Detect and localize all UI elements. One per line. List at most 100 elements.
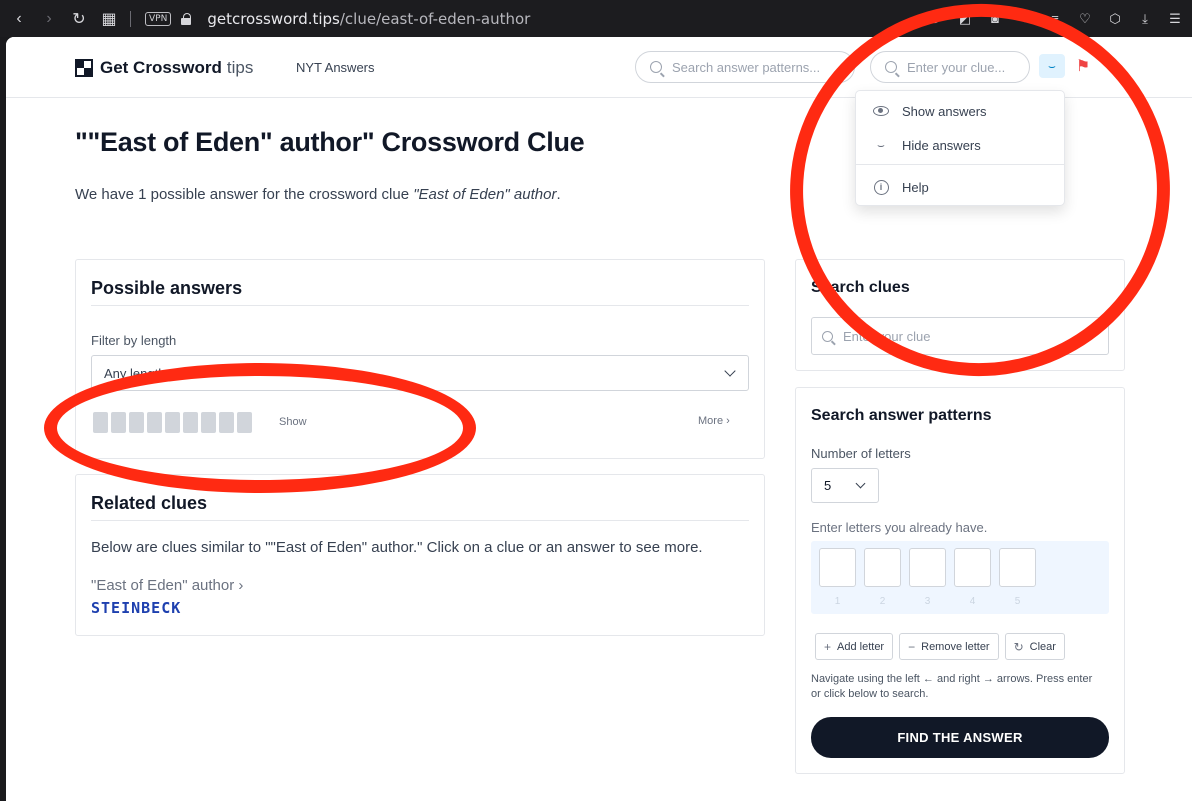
extension-icon[interactable]: ≡ <box>1046 10 1064 28</box>
clue-search-field-placeholder: Enter your clue <box>843 328 931 344</box>
letter-position-label: 2 <box>879 596 886 607</box>
extension-icon[interactable]: ◩ <box>956 10 974 28</box>
letter-input-grid: 1 2 3 4 5 <box>811 541 1109 614</box>
hidden-letter-tile <box>129 412 144 433</box>
hidden-letter-tile <box>147 412 162 433</box>
answer-visibility-toggle[interactable]: ⌣ <box>1039 54 1065 78</box>
letter-input[interactable] <box>864 548 901 587</box>
letter-input[interactable] <box>819 548 856 587</box>
heart-icon[interactable]: ♡ <box>1076 10 1094 28</box>
hidden-answer-tiles[interactable] <box>93 412 252 433</box>
eye-icon <box>872 102 890 120</box>
menu-item-help[interactable]: i Help <box>856 172 1066 202</box>
info-icon: i <box>872 178 890 196</box>
back-icon[interactable]: ‹ <box>8 8 30 30</box>
length-filter-select[interactable]: Any length <box>91 355 749 391</box>
answers-dropdown-menu: Show answers ⌣ Hide answers i Help <box>855 90 1065 206</box>
camera-icon[interactable]: ◙ <box>986 10 1004 28</box>
menu-item-show-answers[interactable]: Show answers <box>856 96 1066 126</box>
menu-item-hide-answers[interactable]: ⌣ Hide answers <box>856 130 1066 160</box>
clue-search-field[interactable]: Enter your clue <box>811 317 1109 355</box>
show-answer-link[interactable]: Show <box>279 416 307 428</box>
refresh-icon: ↻ <box>1013 639 1024 654</box>
brand-name: Get Crossword <box>100 58 222 77</box>
browser-toolbar: ‹ › ↻ ▦ VPN getcrossword.tips/clue/east-… <box>0 0 1192 37</box>
hidden-letter-tile <box>201 412 216 433</box>
find-answer-button[interactable]: FIND THE ANSWER <box>811 717 1109 758</box>
add-letter-button[interactable]: + Add letter <box>815 633 894 660</box>
search-clues-heading: Search clues <box>811 279 910 296</box>
lock-icon[interactable] <box>181 12 192 25</box>
search-icon <box>885 61 897 73</box>
address-bar[interactable]: getcrossword.tips/clue/east-of-eden-auth… <box>207 10 530 28</box>
letter-count-select[interactable]: 5 <box>811 468 879 503</box>
toolbar-divider <box>130 10 131 27</box>
chevron-down-icon <box>855 478 866 489</box>
forward-icon[interactable]: › <box>38 8 60 30</box>
menu-icon[interactable]: ☰ <box>1166 10 1184 28</box>
related-clues-card: Related clues Below are clues similar to… <box>75 474 765 636</box>
browser-extensions: ⊖ ◩ ◙ ● ≡ ♡ ⬡ ⤓ ☰ <box>926 0 1184 37</box>
answer-patterns-card: Search answer patterns Number of letters… <box>795 387 1125 774</box>
extension-icon[interactable]: ● <box>1016 10 1034 28</box>
site-header: Get Crossword tips NYT Answers Search an… <box>6 37 1192 98</box>
menu-item-label: Help <box>902 179 929 195</box>
vpn-badge[interactable]: VPN <box>145 11 172 26</box>
page-subtitle: We have 1 possible answer for the crossw… <box>75 186 561 203</box>
clear-button[interactable]: ↻ Clear <box>1004 633 1065 660</box>
hidden-letter-tile <box>111 412 126 433</box>
keyboard-hint: Navigate using the left ← and right → ar… <box>811 673 1093 700</box>
letter-input[interactable] <box>909 548 946 587</box>
remove-letter-label: Remove letter <box>921 640 990 653</box>
brand-suffix: tips <box>226 58 254 77</box>
pattern-search-input[interactable]: Search answer patterns... <box>635 51 855 83</box>
hidden-letter-tile <box>93 412 108 433</box>
subtitle-suffix: . <box>556 186 561 203</box>
subtitle-clue: "East of Eden" author <box>413 186 557 203</box>
possible-answers-heading: Possible answers <box>91 278 243 298</box>
related-clues-heading: Related clues <box>91 493 208 513</box>
letter-input[interactable] <box>954 548 991 587</box>
hidden-letter-tile <box>183 412 198 433</box>
letter-input[interactable] <box>999 548 1036 587</box>
possible-answers-card: Possible answers Filter by length Any le… <box>75 259 765 459</box>
page-viewport: Get Crossword tips NYT Answers Search an… <box>6 37 1192 801</box>
page-title: ""East of Eden" author" Crossword Clue <box>75 127 585 157</box>
length-filter-value: Any length <box>104 365 166 381</box>
report-flag-icon[interactable]: ⚑ <box>1072 54 1094 78</box>
clue-search-input[interactable]: Enter your clue... <box>870 51 1030 83</box>
letter-count-label: Number of letters <box>811 446 911 461</box>
related-clues-description: Below are clues similar to ""East of Ede… <box>91 539 703 556</box>
box-icon[interactable]: ⬡ <box>1106 10 1124 28</box>
more-link[interactable]: More › <box>698 415 730 427</box>
subtitle-prefix: We have 1 possible answer for the crossw… <box>75 186 414 203</box>
related-answer-link[interactable]: STEINBECK <box>91 599 181 617</box>
clear-label: Clear <box>1029 640 1056 653</box>
hidden-letter-tile <box>165 412 180 433</box>
minus-icon: − <box>908 639 916 654</box>
download-icon[interactable]: ⤓ <box>1136 10 1154 28</box>
letter-position-label: 3 <box>924 596 931 607</box>
answer-patterns-heading: Search answer patterns <box>811 407 992 424</box>
remove-letter-button[interactable]: − Remove letter <box>899 633 999 660</box>
chevron-down-icon <box>724 365 736 377</box>
menu-item-label: Show answers <box>902 103 987 119</box>
search-icon <box>822 330 833 342</box>
letter-actions: + Add letter − Remove letter ↻ Clear <box>815 633 1065 660</box>
tabs-grid-icon[interactable]: ▦ <box>98 8 120 30</box>
extension-icon[interactable]: ⊖ <box>926 10 944 28</box>
nav-link-nyt-answers[interactable]: NYT Answers <box>296 60 375 75</box>
reload-icon[interactable]: ↻ <box>68 8 90 30</box>
site-logo[interactable]: Get Crossword tips <box>75 58 253 78</box>
related-clue-link[interactable]: "East of Eden" author › <box>91 577 243 594</box>
menu-divider <box>856 164 1064 165</box>
letter-position-label: 4 <box>969 596 976 607</box>
letter-position-label: 5 <box>1014 596 1021 607</box>
hidden-letter-tile <box>219 412 234 433</box>
search-icon <box>650 61 662 73</box>
eye-closed-icon: ⌣ <box>1048 58 1056 73</box>
menu-item-label: Hide answers <box>902 137 981 153</box>
letter-count-value: 5 <box>824 478 832 493</box>
filter-label: Filter by length <box>91 333 177 348</box>
plus-icon: + <box>824 639 832 654</box>
